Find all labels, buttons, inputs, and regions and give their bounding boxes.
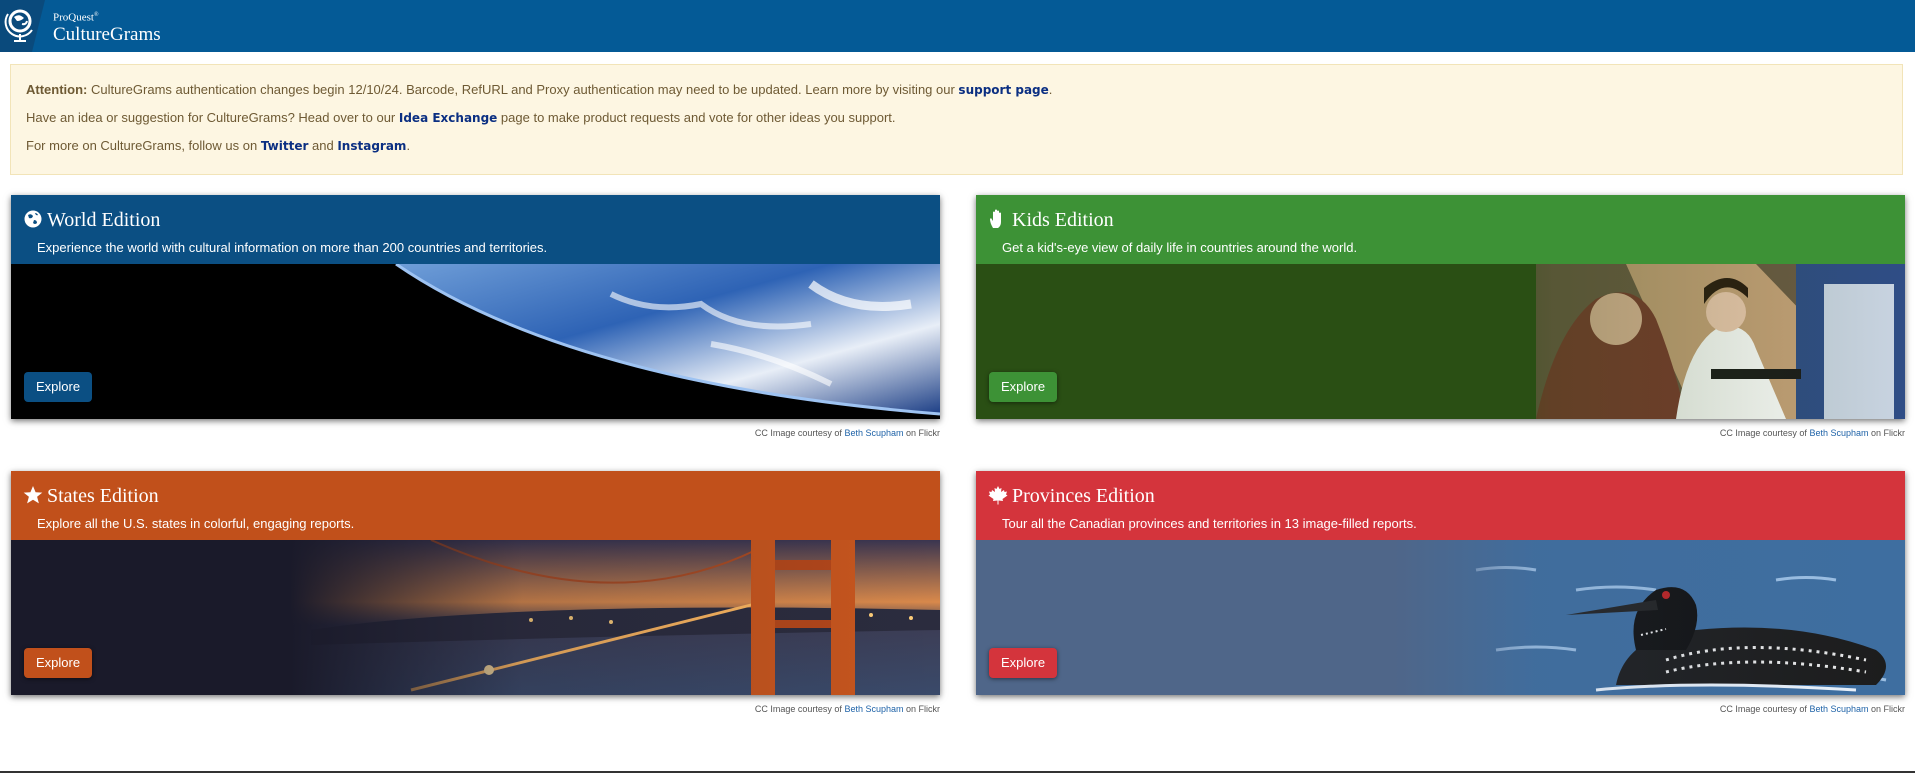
- golden-gate-bridge-image: [11, 539, 940, 695]
- card-description: Tour all the Canadian provinces and terr…: [1002, 516, 1417, 531]
- notice-line-attention: Attention: CultureGrams authentication c…: [26, 82, 1053, 97]
- brand-name: CultureGrams: [53, 23, 161, 45]
- image-credit: CC Image courtesy of Beth Scupham on Fli…: [1719, 704, 1905, 714]
- idea-exchange-link[interactable]: Idea Exchange: [399, 111, 497, 125]
- brand-logo[interactable]: ProQuest® CultureGrams: [53, 9, 161, 46]
- maple-leaf-icon: [988, 485, 1008, 505]
- instagram-link[interactable]: Instagram: [337, 139, 406, 153]
- card-title: World Edition: [47, 209, 161, 231]
- card-description: Get a kid's-eye view of daily life in co…: [1002, 240, 1358, 255]
- card-title: States Edition: [47, 485, 159, 507]
- kids-edition-card[interactable]: Kids Edition Get a kid's-eye view of dai…: [976, 195, 1905, 419]
- attention-label: Attention:: [26, 82, 88, 97]
- card-description: Explore all the U.S. states in colorful,…: [37, 516, 355, 531]
- explore-button[interactable]: Explore: [989, 372, 1058, 402]
- loon-image: [976, 540, 1905, 695]
- globe-icon: [23, 209, 43, 229]
- photographer-link[interactable]: Beth Scupham: [1809, 428, 1868, 438]
- support-page-link[interactable]: support page: [958, 83, 1048, 97]
- photographer-link[interactable]: Beth Scupham: [844, 704, 903, 714]
- card-header: Kids Edition Get a kid's-eye view of dai…: [976, 195, 1905, 264]
- card-title: Provinces Edition: [1012, 485, 1155, 507]
- children-image: [976, 264, 1905, 419]
- notice-line-social: For more on CultureGrams, follow us on T…: [26, 138, 411, 153]
- card-header: World Edition Experience the world with …: [11, 195, 940, 264]
- card-title: Kids Edition: [1012, 209, 1114, 231]
- earth-image: [11, 262, 940, 419]
- star-icon: [23, 485, 43, 505]
- photographer-link[interactable]: Beth Scupham: [844, 428, 903, 438]
- notice-line-idea: Have an idea or suggestion for CultureGr…: [26, 110, 896, 125]
- card-header: Provinces Edition Tour all the Canadian …: [976, 471, 1905, 540]
- card-header: States Edition Explore all the U.S. stat…: [11, 471, 940, 540]
- card-description: Experience the world with cultural infor…: [37, 240, 548, 255]
- image-credit: CC Image courtesy of Beth Scupham on Fli…: [754, 704, 940, 714]
- announcement-box: Attention: CultureGrams authentication c…: [10, 64, 1903, 175]
- globe-icon[interactable]: [0, 0, 45, 52]
- twitter-link[interactable]: Twitter: [261, 139, 309, 153]
- explore-button[interactable]: Explore: [24, 648, 93, 678]
- hand-icon: [988, 209, 1008, 229]
- brand-publisher: ProQuest®: [53, 11, 99, 24]
- world-edition-card[interactable]: World Edition Experience the world with …: [11, 195, 940, 419]
- image-credit: CC Image courtesy of Beth Scupham on Fli…: [1719, 428, 1905, 438]
- top-bar: ProQuest® CultureGrams: [0, 0, 1915, 52]
- image-credit: CC Image courtesy of Beth Scupham on Fli…: [754, 428, 940, 438]
- states-edition-card[interactable]: States Edition Explore all the U.S. stat…: [11, 471, 940, 695]
- explore-button[interactable]: Explore: [24, 372, 93, 402]
- provinces-edition-card[interactable]: Provinces Edition Tour all the Canadian …: [976, 471, 1905, 695]
- photographer-link[interactable]: Beth Scupham: [1809, 704, 1868, 714]
- explore-button[interactable]: Explore: [989, 648, 1058, 678]
